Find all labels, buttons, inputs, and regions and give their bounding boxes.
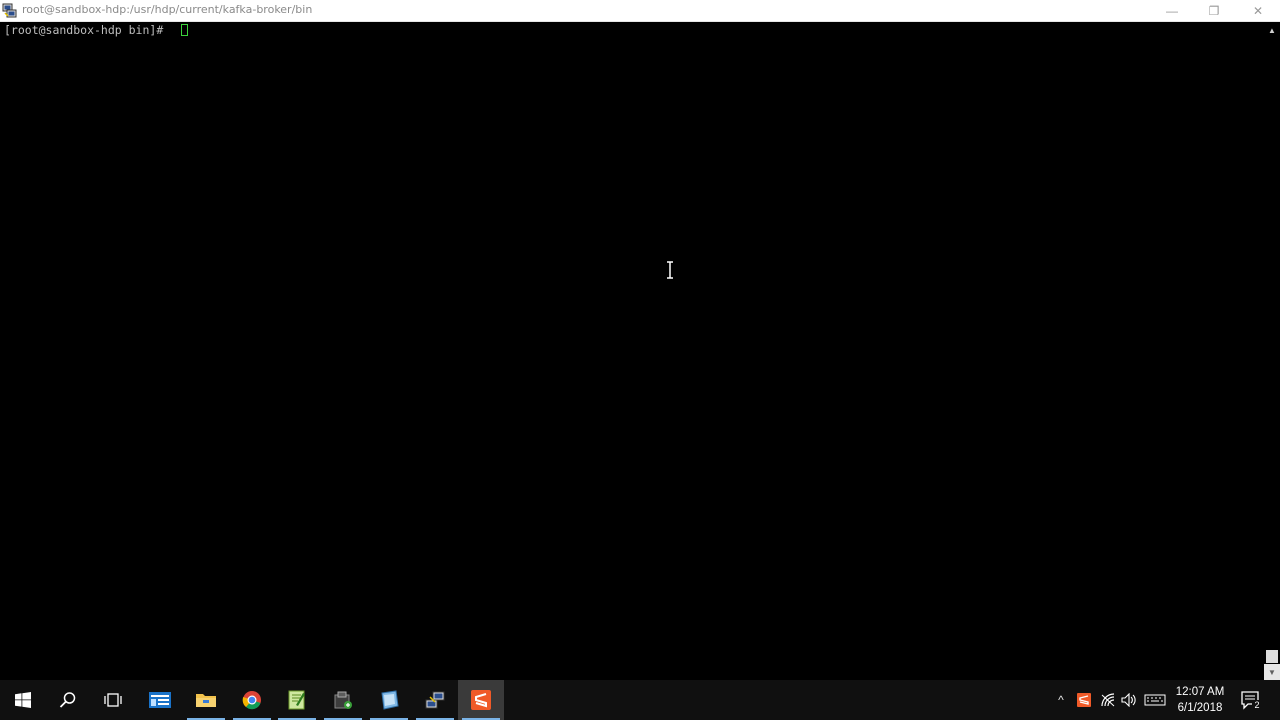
- keyboard-icon: [1144, 694, 1166, 706]
- network-icon: [1101, 693, 1115, 707]
- sublime-text-icon: [471, 690, 491, 710]
- scroll-up-button[interactable]: ▲: [1264, 22, 1280, 38]
- mouse-ibeam-cursor: [667, 261, 673, 279]
- tray-sublime-icon[interactable]: [1075, 690, 1093, 710]
- package-taskbar-button[interactable]: [320, 680, 366, 720]
- windows-logo-icon: [15, 692, 31, 708]
- close-button[interactable]: ✕: [1236, 0, 1280, 21]
- minimize-button[interactable]: —: [1150, 0, 1194, 21]
- virtualbox-taskbar-button[interactable]: [366, 680, 412, 720]
- task-view-icon: [104, 693, 122, 707]
- keyboard-tray-button[interactable]: [1143, 690, 1167, 710]
- shell-prompt: [root@sandbox-hdp bin]#: [4, 23, 171, 37]
- terminal-area[interactable]: [root@sandbox-hdp bin]#: [0, 22, 1264, 680]
- putty-icon: [2, 3, 17, 18]
- volume-icon: [1121, 693, 1136, 707]
- server-manager-icon: [149, 692, 171, 708]
- notepad-plus-plus-icon: [288, 690, 305, 710]
- file-explorer-taskbar-button[interactable]: [183, 680, 229, 720]
- remote-desktop-icon: [425, 691, 445, 709]
- notification-count-badge: 2: [1252, 700, 1262, 711]
- sublime-text-tray-icon: [1077, 693, 1091, 707]
- virtualbox-icon: [381, 690, 399, 710]
- clock-date: 6/1/2018: [1177, 702, 1223, 714]
- search-icon: [59, 692, 76, 708]
- window-title: root@sandbox-hdp:/usr/hdp/current/kafka-…: [22, 3, 313, 16]
- scroll-thumb[interactable]: [1266, 650, 1278, 663]
- show-hidden-icons-button[interactable]: ^: [1054, 690, 1068, 710]
- terminal-scrollbar[interactable]: ▲ ▼: [1264, 22, 1280, 680]
- taskbar-clock[interactable]: 12:07 AM 6/1/2018: [1168, 684, 1232, 716]
- notepad-plus-plus-taskbar-button[interactable]: [274, 680, 320, 720]
- chrome-taskbar-button[interactable]: [229, 680, 275, 720]
- start-button[interactable]: [0, 680, 46, 720]
- search-button[interactable]: [45, 680, 91, 720]
- volume-tray-button[interactable]: [1120, 690, 1138, 710]
- restore-button[interactable]: ❐: [1192, 0, 1236, 21]
- remote-desktop-taskbar-button[interactable]: [412, 680, 458, 720]
- server-manager-taskbar-button[interactable]: [137, 680, 183, 720]
- file-explorer-icon: [196, 694, 216, 707]
- network-tray-button[interactable]: [1099, 690, 1117, 710]
- windows-taskbar: ^ 12:07 AM 6/1/2018 2: [0, 680, 1280, 720]
- package-icon: [334, 691, 352, 709]
- scroll-down-button[interactable]: ▼: [1264, 664, 1280, 680]
- sublime-text-taskbar-button[interactable]: [458, 680, 504, 720]
- chrome-icon: [242, 691, 261, 710]
- window-titlebar: root@sandbox-hdp:/usr/hdp/current/kafka-…: [0, 0, 1280, 22]
- task-view-button[interactable]: [90, 680, 136, 720]
- clock-time: 12:07 AM: [1175, 686, 1225, 698]
- text-cursor: [181, 24, 188, 36]
